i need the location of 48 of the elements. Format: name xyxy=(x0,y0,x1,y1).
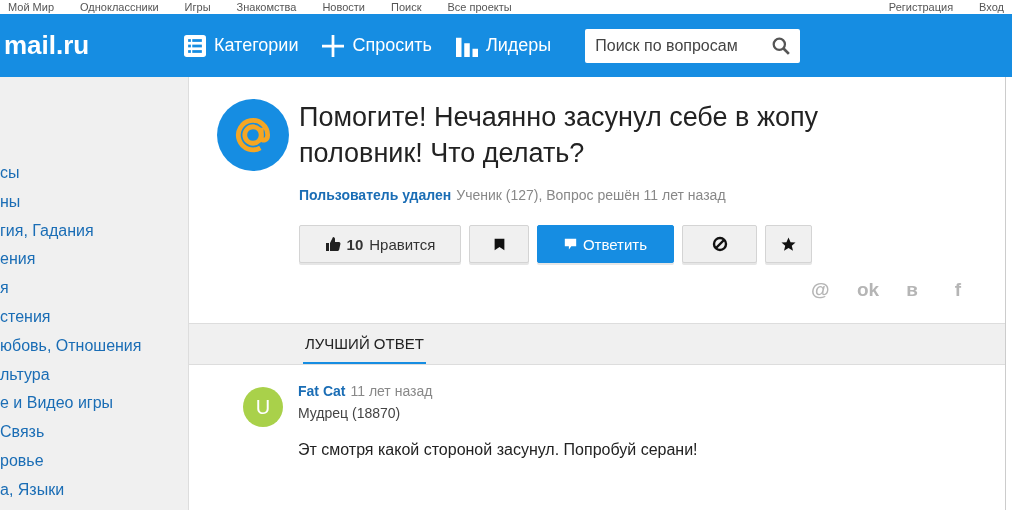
category-link[interactable]: а, Языки xyxy=(0,479,188,509)
top-link[interactable]: Регистрация xyxy=(888,0,954,14)
category-link[interactable]: льтура xyxy=(0,364,188,394)
star-button[interactable] xyxy=(765,225,812,263)
top-link[interactable]: Вход xyxy=(979,0,1004,14)
user-rank: Мудрец (18870) xyxy=(298,405,402,421)
like-button[interactable]: 10 Нравится xyxy=(299,225,461,263)
bookmark-icon xyxy=(492,237,506,251)
top-link[interactable]: Все проекты xyxy=(447,0,512,14)
category-link[interactable]: ровье xyxy=(0,450,188,480)
answer-text: Эт смотря какой стороной засунул. Попробуй серани! xyxy=(298,441,698,459)
bookmark-button[interactable] xyxy=(469,225,529,263)
category-link[interactable]: гия, Гадания xyxy=(0,220,188,250)
category-link[interactable]: е и Видео игры xyxy=(0,393,188,423)
nav-link[interactable]: Спросить xyxy=(322,34,432,57)
search-field[interactable]: Поиск по вопросам xyxy=(585,28,801,63)
author-link[interactable]: Пользователь удален xyxy=(299,187,452,203)
speech-bubble-icon xyxy=(563,237,577,251)
top-link[interactable]: Новости xyxy=(322,0,365,14)
search-icon xyxy=(772,36,791,55)
star-icon xyxy=(781,236,796,252)
tab[interactable]: ЛУЧШИЙ ОТВЕТ xyxy=(303,324,426,364)
plus-icon xyxy=(322,34,345,57)
question-meta: Ученик (127), Вопрос решён 11 лет назад xyxy=(456,187,726,203)
category-link[interactable]: ения xyxy=(0,249,188,279)
site-logo[interactable]: mail.ru xyxy=(0,30,184,61)
top-link[interactable]: Одноклассники xyxy=(80,0,159,14)
nav-link[interactable]: Лидеры xyxy=(455,34,552,57)
answer-time: 11 лет назад xyxy=(350,383,433,399)
top-link[interactable]: Поиск xyxy=(391,0,422,14)
user-avatar: U xyxy=(243,387,283,427)
category-link[interactable]: я xyxy=(0,278,188,307)
category-link[interactable]: ны xyxy=(0,191,188,221)
category-link[interactable]: Связь xyxy=(0,422,188,451)
question-title: Помогите! Нечаянно засунул себе в жопу половник! Что делать? xyxy=(299,101,820,170)
category-link[interactable]: стения xyxy=(0,307,188,336)
block-button[interactable] xyxy=(682,225,757,263)
list-icon xyxy=(184,34,206,57)
category-link[interactable]: юбовь, Отношения xyxy=(0,335,188,365)
nav-link[interactable]: Категории xyxy=(184,34,299,57)
category-link[interactable]: сы xyxy=(0,163,188,192)
top-link[interactable]: Знакомства xyxy=(236,0,297,14)
answer-button[interactable]: Ответить xyxy=(537,225,674,263)
prohibited-icon xyxy=(711,236,728,252)
thumbs-up-icon xyxy=(324,236,341,252)
top-link[interactable]: Игры xyxy=(184,0,211,14)
top-link[interactable]: Мой Мир xyxy=(8,0,55,14)
author-link[interactable]: Fat Cat xyxy=(298,383,346,399)
